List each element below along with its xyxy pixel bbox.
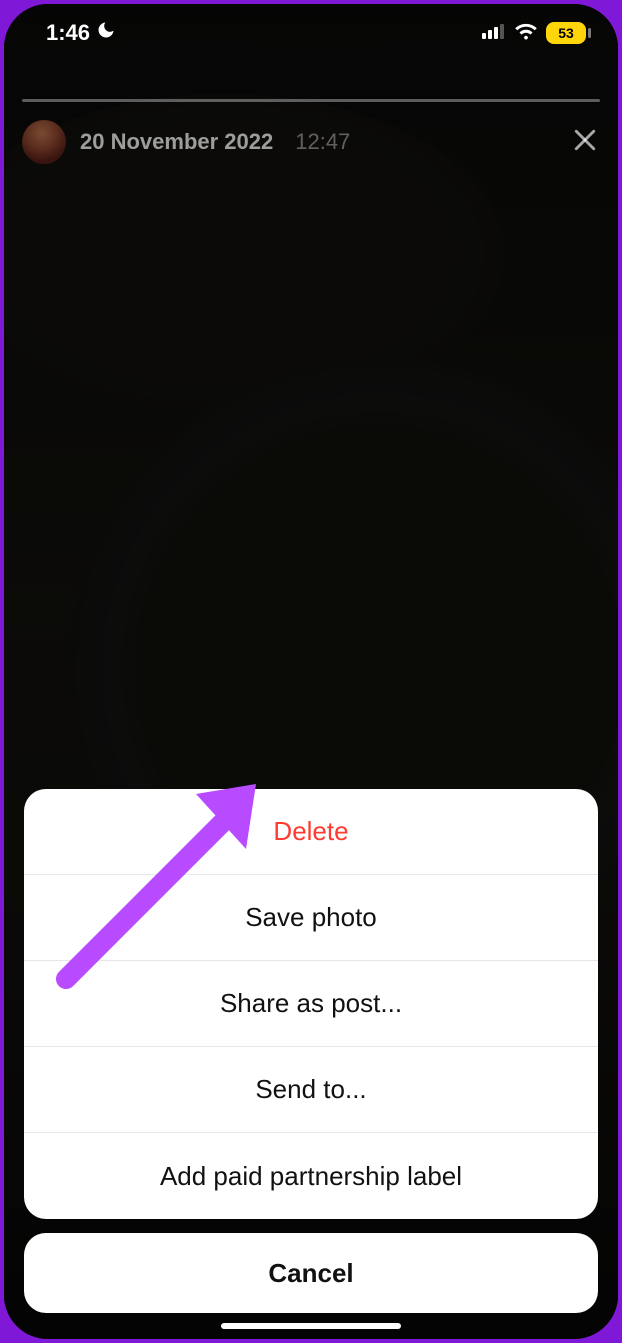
status-bar: 1:46 53 xyxy=(4,4,618,62)
status-time: 1:46 xyxy=(46,20,90,46)
add-paid-partnership-button[interactable]: Add paid partnership label xyxy=(24,1133,598,1219)
battery-indicator: 53 xyxy=(546,22,586,44)
story-date: 20 November 2022 xyxy=(80,129,273,155)
menu-item-label: Send to... xyxy=(255,1074,366,1105)
avatar[interactable] xyxy=(22,120,66,164)
menu-item-label: Save photo xyxy=(245,902,377,933)
share-as-post-button[interactable]: Share as post... xyxy=(24,961,598,1047)
story-progress-bar xyxy=(22,99,600,102)
home-indicator[interactable] xyxy=(221,1323,401,1329)
menu-item-label: Delete xyxy=(273,816,348,847)
wifi-icon xyxy=(514,22,538,45)
moon-icon xyxy=(96,20,116,46)
cancel-label: Cancel xyxy=(268,1258,353,1289)
phone-screen: 1:46 53 xyxy=(4,4,618,1339)
close-icon[interactable] xyxy=(570,125,600,160)
cancel-button[interactable]: Cancel xyxy=(24,1233,598,1313)
action-sheet: Delete Save photo Share as post... Send … xyxy=(24,789,598,1313)
send-to-button[interactable]: Send to... xyxy=(24,1047,598,1133)
menu-item-label: Share as post... xyxy=(220,988,402,1019)
cellular-icon xyxy=(482,23,506,44)
menu-item-label: Add paid partnership label xyxy=(160,1161,462,1192)
delete-button[interactable]: Delete xyxy=(24,789,598,875)
story-time: 12:47 xyxy=(295,129,350,155)
story-header: 20 November 2022 12:47 xyxy=(22,99,600,164)
save-photo-button[interactable]: Save photo xyxy=(24,875,598,961)
